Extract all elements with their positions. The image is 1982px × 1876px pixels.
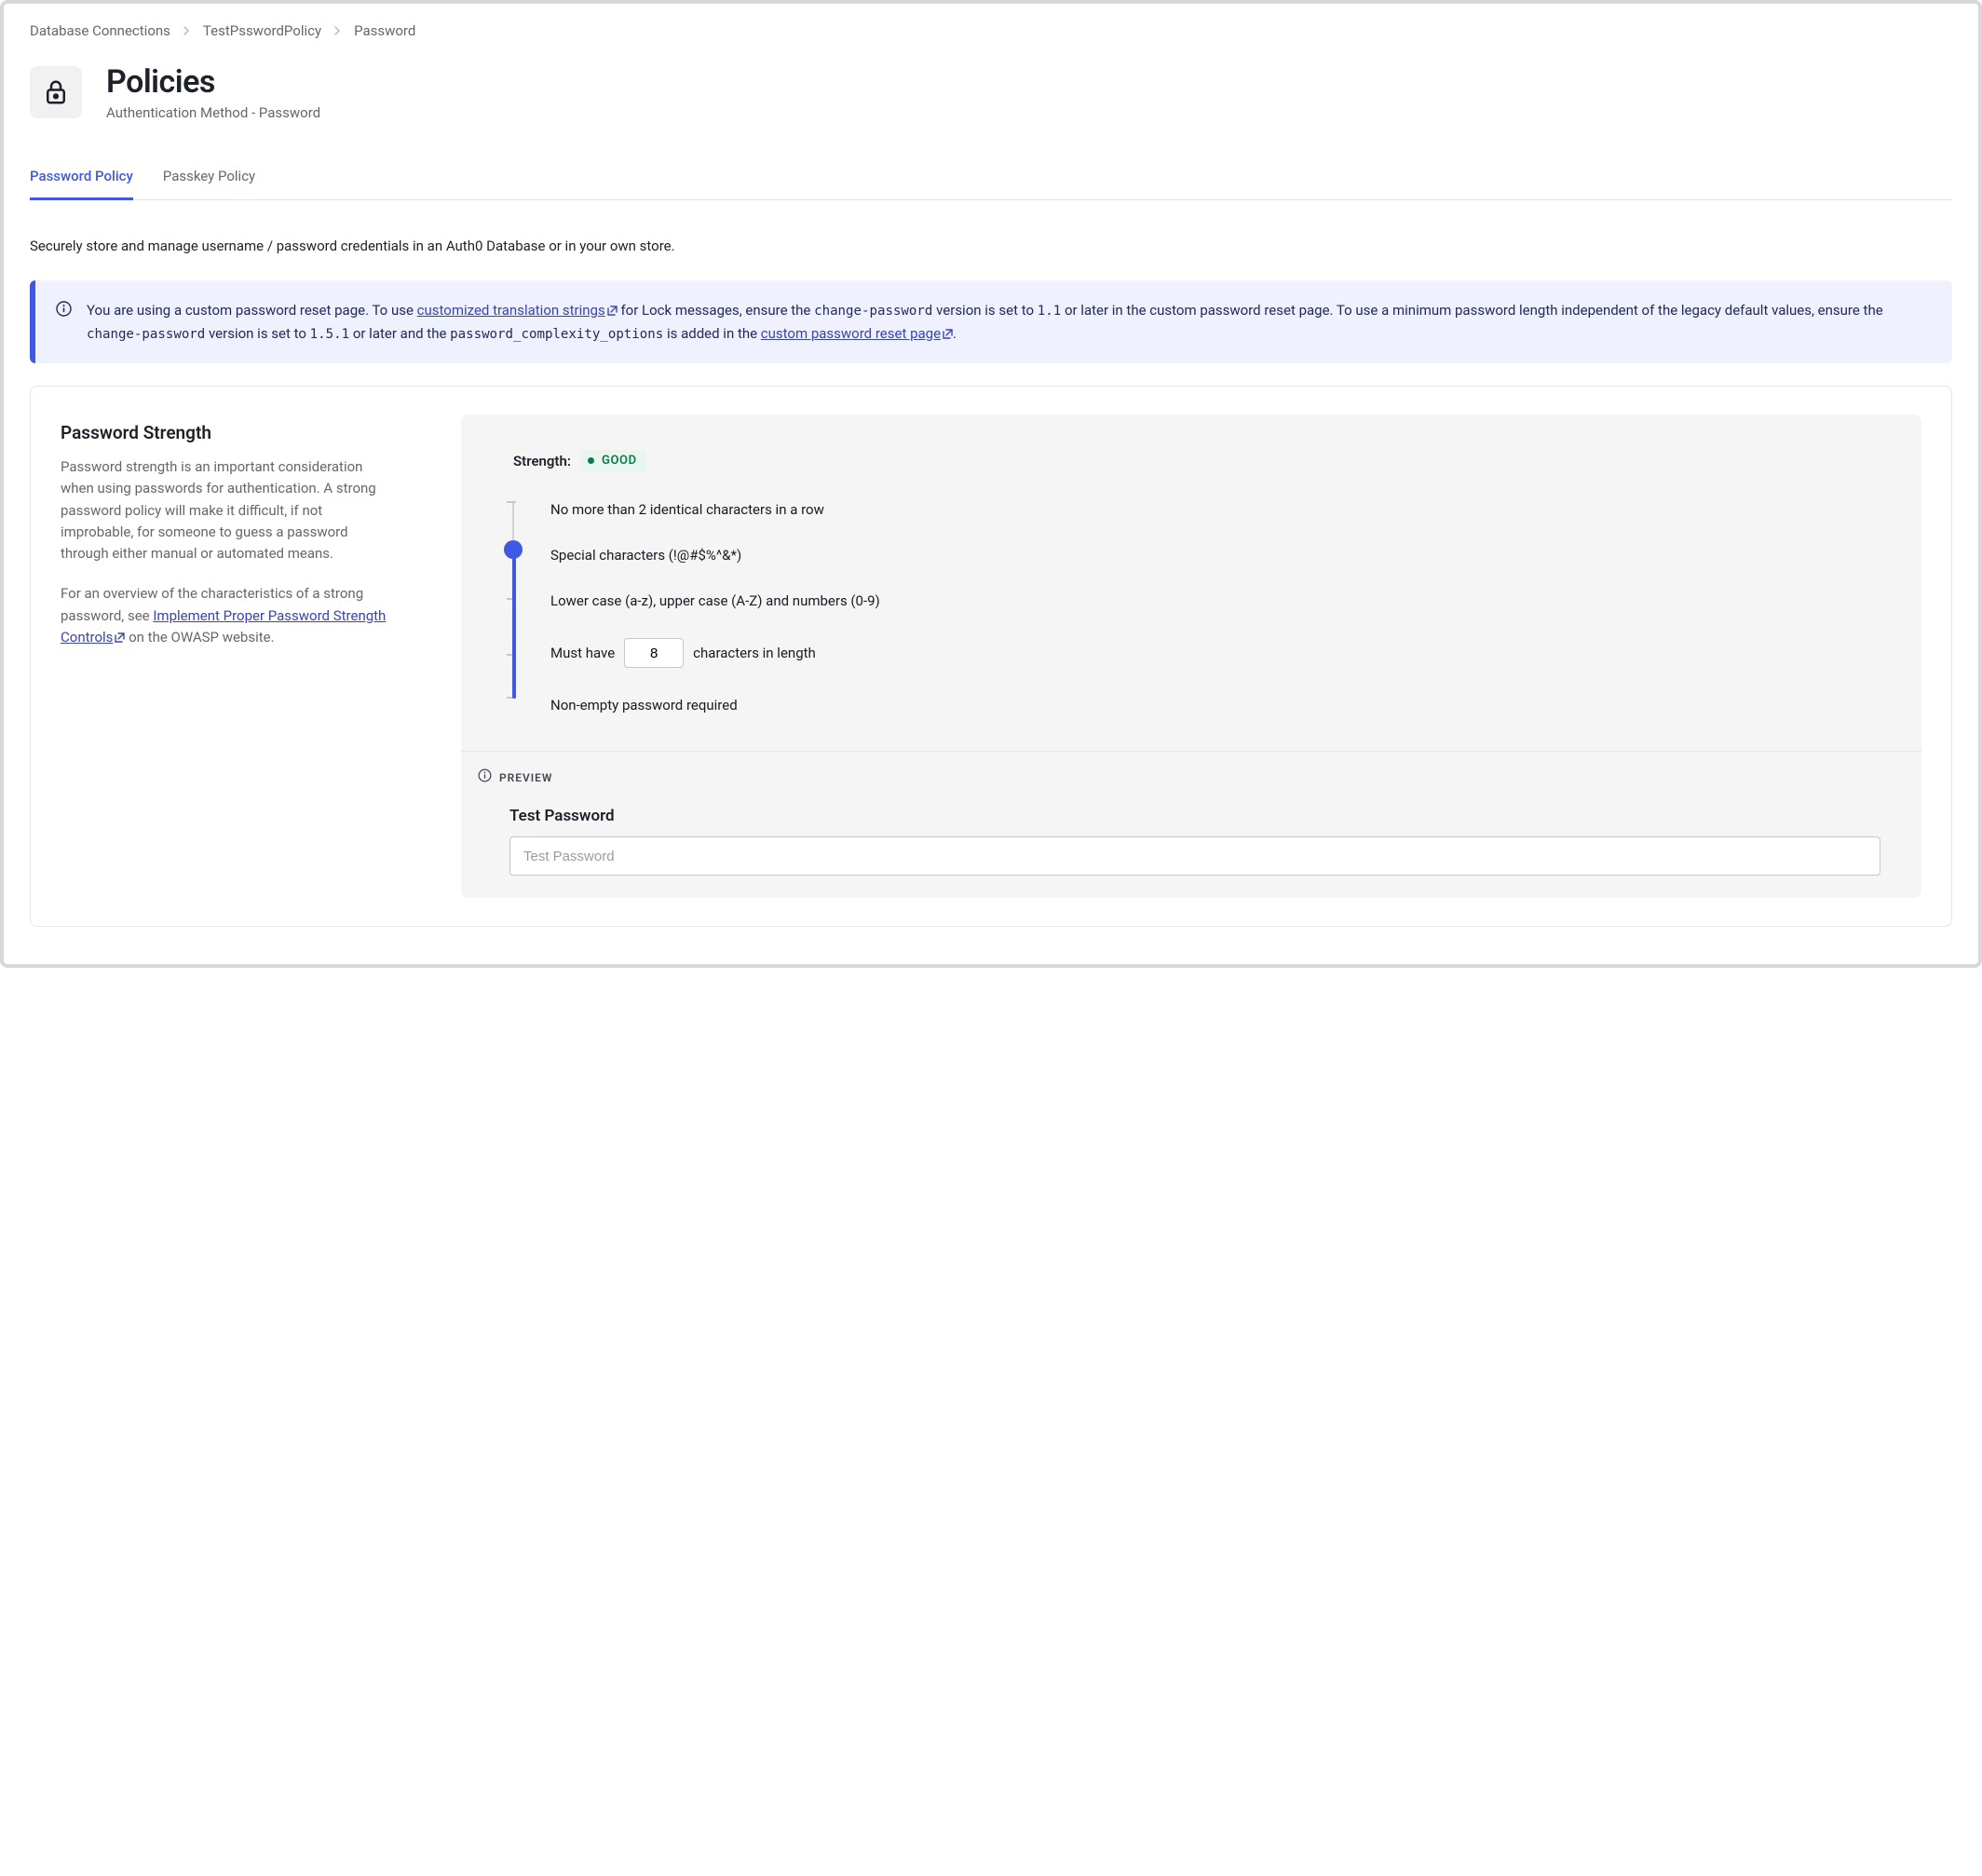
page-subtitle: Authentication Method - Password xyxy=(106,104,320,121)
page-title: Policies xyxy=(106,63,320,101)
strength-badge: GOOD xyxy=(580,450,646,471)
intro-text: Securely store and manage username / pas… xyxy=(30,238,1952,254)
banner-text: is added in the xyxy=(667,325,761,342)
card-description: Password Strength Password strength is a… xyxy=(61,415,396,898)
banner-text: . xyxy=(953,325,957,342)
external-link-icon xyxy=(607,300,618,310)
preview-header: PREVIEW xyxy=(478,768,1892,786)
strength-slider-area: No more than 2 identical characters in a… xyxy=(498,501,1892,714)
breadcrumb-item-database[interactable]: Database Connections xyxy=(30,22,170,39)
code-version-1-1: 1.1 xyxy=(1038,304,1061,319)
banner-text: You are using a custom password reset pa… xyxy=(87,302,417,319)
strength-panel: Strength: GOOD No mor xyxy=(461,415,1921,898)
info-icon xyxy=(478,768,492,786)
page-container: Database Connections TestPsswordPolicy P… xyxy=(0,0,1982,968)
strength-level-0: Non-empty password required xyxy=(550,697,1892,714)
lock-icon xyxy=(30,66,82,118)
test-password-label: Test Password xyxy=(509,807,1880,825)
chevron-right-icon xyxy=(183,22,190,39)
info-icon xyxy=(56,301,72,345)
test-password-input[interactable] xyxy=(509,836,1880,876)
status-dot-icon xyxy=(588,457,594,464)
strength-description-1: Password strength is an important consid… xyxy=(61,456,396,564)
strength-label: Strength: xyxy=(513,453,571,469)
strength-description-2: For an overview of the characteristics o… xyxy=(61,583,396,648)
strength-level-3: Special characters (!@#$%^&*) xyxy=(550,547,1892,564)
banner-text: or later in the custom password reset pa… xyxy=(1065,302,1883,319)
link-custom-reset-page[interactable]: custom password reset page xyxy=(761,325,953,342)
strength-level-1: Must have characters in length xyxy=(550,638,1892,668)
strength-heading: Password Strength xyxy=(61,422,396,443)
tab-password-policy[interactable]: Password Policy xyxy=(30,168,133,200)
slider-thumb[interactable] xyxy=(504,540,523,559)
banner-text: or later and the xyxy=(353,325,450,342)
code-change-password: change-password xyxy=(814,304,932,319)
strength-levels: No more than 2 identical characters in a… xyxy=(550,501,1892,714)
page-header: Policies Authentication Method - Passwor… xyxy=(30,63,1952,121)
strength-value: GOOD xyxy=(602,454,637,468)
breadcrumb: Database Connections TestPsswordPolicy P… xyxy=(30,22,1952,39)
strength-slider[interactable] xyxy=(509,501,517,699)
strength-level-2: Lower case (a-z), upper case (A-Z) and n… xyxy=(550,592,1892,609)
breadcrumb-item-connection[interactable]: TestPsswordPolicy xyxy=(203,22,321,39)
chevron-right-icon xyxy=(334,22,341,39)
external-link-icon xyxy=(115,628,125,638)
code-change-password: change-password xyxy=(87,327,205,342)
info-banner: You are using a custom password reset pa… xyxy=(30,280,1952,363)
banner-text: version is set to xyxy=(209,325,310,342)
code-complexity-options: password_complexity_options xyxy=(450,327,663,342)
banner-text: for Lock messages, ensure the xyxy=(620,302,814,319)
code-version-1-5-1: 1.5.1 xyxy=(310,327,349,342)
level-label-suffix: characters in length xyxy=(693,645,816,661)
banner-text: version is set to xyxy=(936,302,1038,319)
strength-level-4: No more than 2 identical characters in a… xyxy=(550,501,1892,518)
min-length-input[interactable] xyxy=(624,638,684,668)
tab-passkey-policy[interactable]: Passkey Policy xyxy=(163,168,255,200)
level-label-prefix: Must have xyxy=(550,645,615,661)
password-strength-card: Password Strength Password strength is a… xyxy=(30,386,1952,927)
breadcrumb-item-current: Password xyxy=(354,22,415,39)
info-banner-text: You are using a custom password reset pa… xyxy=(87,299,1932,345)
preview-label: PREVIEW xyxy=(499,771,552,784)
preview-body: Test Password xyxy=(498,807,1892,876)
divider xyxy=(461,751,1921,752)
tabs: Password Policy Passkey Policy xyxy=(30,168,1952,200)
link-custom-translation[interactable]: customized translation strings xyxy=(417,302,618,319)
external-link-icon xyxy=(943,323,953,333)
strength-row: Strength: GOOD xyxy=(513,450,1892,471)
